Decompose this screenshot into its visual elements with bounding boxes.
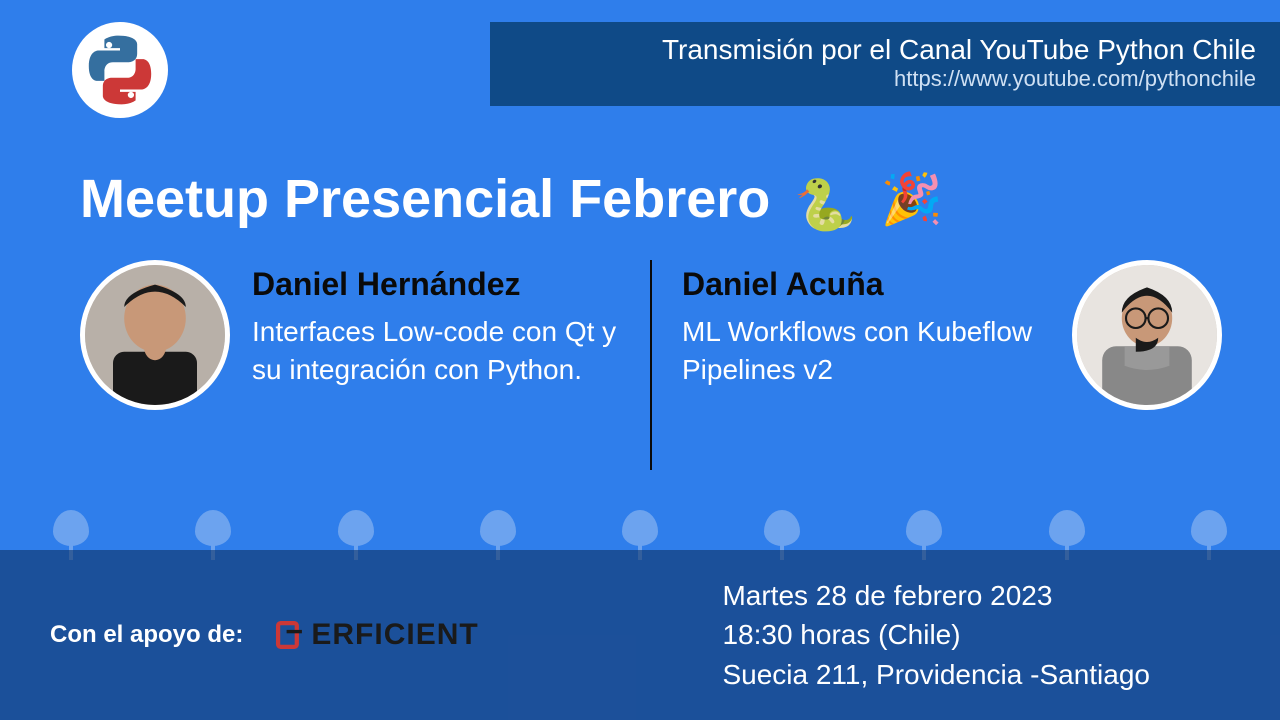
speaker-avatar: [1072, 260, 1222, 410]
event-time: 18:30 horas (Chile): [722, 615, 1150, 654]
speaker-divider: [650, 260, 652, 470]
speaker-talk: Interfaces Low-code con Qt y su integrac…: [252, 313, 620, 389]
event-location: Suecia 211, Providencia -Santiago: [722, 655, 1150, 694]
sponsor-mark-icon: [273, 618, 307, 652]
sponsor-logo: ERFICIENT: [273, 618, 478, 652]
speaker-card: Daniel Acuña ML Workflows con Kubeflow P…: [682, 260, 1222, 410]
party-emoji: 🎉: [881, 170, 943, 229]
footer-bar: Con el apoyo de: ERFICIENT Martes 28 de …: [0, 550, 1280, 720]
event-date: Martes 28 de febrero 2023: [722, 576, 1150, 615]
support-label: Con el apoyo de:: [50, 621, 243, 649]
title-text: Meetup Presencial Febrero: [80, 168, 770, 230]
banner-link[interactable]: https://www.youtube.com/pythonchile: [514, 66, 1256, 92]
speaker-avatar: [80, 260, 230, 410]
speaker-talk: ML Workflows con Kubeflow Pipelines v2: [682, 313, 1050, 389]
banner-title: Transmisión por el Canal YouTube Python …: [514, 34, 1256, 66]
youtube-banner: Transmisión por el Canal YouTube Python …: [490, 22, 1280, 106]
page-title: Meetup Presencial Febrero 🐍 🎉: [80, 168, 943, 230]
event-details: Martes 28 de febrero 2023 18:30 horas (C…: [722, 576, 1230, 694]
python-logo: [72, 22, 168, 118]
speaker-card: Daniel Hernández Interfaces Low-code con…: [80, 260, 620, 410]
speakers-section: Daniel Hernández Interfaces Low-code con…: [80, 260, 1240, 470]
sponsor-name: ERFICIENT: [311, 618, 478, 652]
speaker-name: Daniel Acuña: [682, 266, 1050, 303]
speaker-name: Daniel Hernández: [252, 266, 620, 303]
snake-emoji: 🐍: [794, 176, 856, 235]
